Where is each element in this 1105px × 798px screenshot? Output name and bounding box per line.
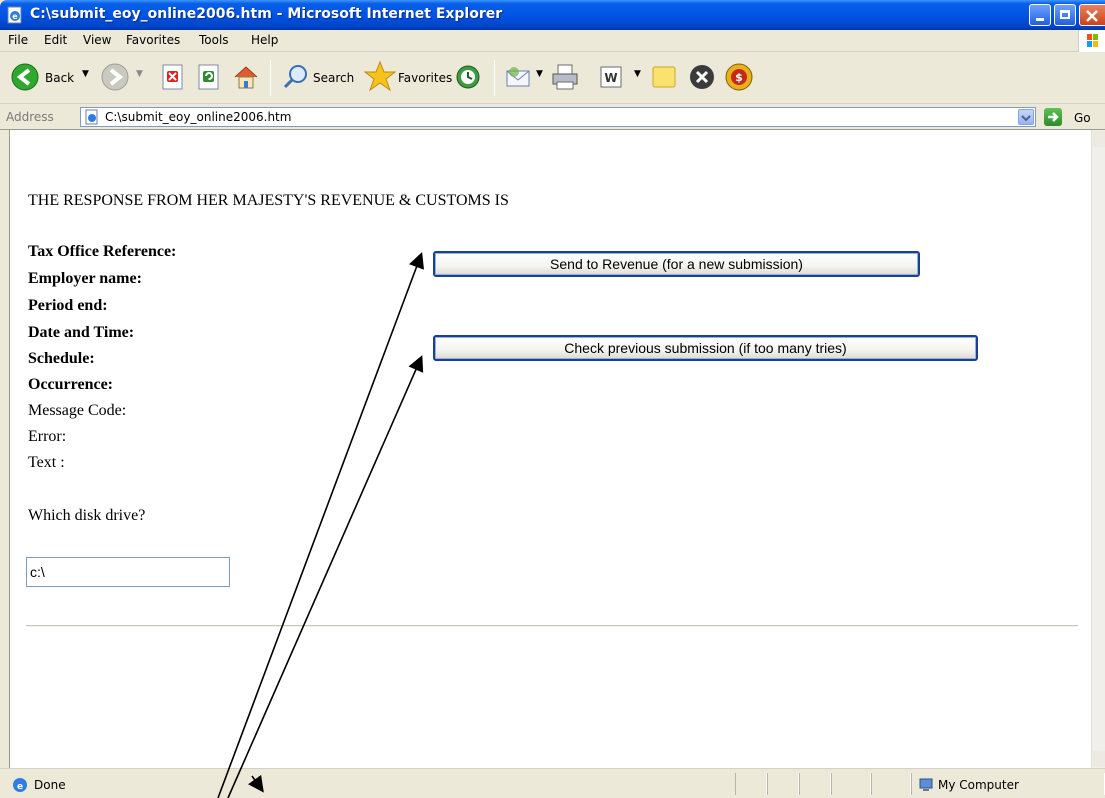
disk-drive-input[interactable] bbox=[26, 557, 230, 587]
windows-logo-icon bbox=[1078, 30, 1105, 52]
browser-window: e C:\submit_eoy_online2006.htm - Microso… bbox=[0, 0, 1105, 798]
status-pane bbox=[767, 773, 799, 795]
stop-icon[interactable] bbox=[160, 64, 186, 90]
message-code-label: Message Code: bbox=[28, 402, 127, 419]
address-value[interactable]: C:\submit_eoy_online2006.htm bbox=[105, 110, 291, 124]
vertical-scrollbar[interactable] bbox=[1091, 130, 1105, 768]
address-bar: Address C:\submit_eoy_online2006.htm Go bbox=[0, 104, 1105, 130]
back-dropdown-icon[interactable]: ▼ bbox=[82, 69, 89, 79]
page-content: THE RESPONSE FROM HER MAJESTY'S REVENUE … bbox=[9, 130, 1091, 768]
toolbar-separator bbox=[494, 60, 495, 96]
scroll-up-icon[interactable] bbox=[1093, 131, 1105, 147]
go-label[interactable]: Go bbox=[1074, 111, 1091, 125]
address-label: Address bbox=[6, 110, 54, 124]
ie-page-icon: e bbox=[7, 6, 22, 24]
status-bar: e Done My Computer bbox=[0, 768, 1105, 798]
security-zone-label: My Computer bbox=[938, 778, 1019, 792]
svg-text:e: e bbox=[12, 12, 18, 21]
menu-edit[interactable]: Edit bbox=[44, 33, 67, 47]
restore-icon bbox=[1060, 10, 1070, 19]
menu-bar: File Edit View Favorites Tools Help bbox=[0, 30, 1105, 52]
address-input[interactable]: C:\submit_eoy_online2006.htm bbox=[80, 107, 1036, 127]
title-bar[interactable]: e C:\submit_eoy_online2006.htm - Microso… bbox=[0, 0, 1105, 30]
restore-button[interactable] bbox=[1054, 4, 1076, 26]
back-arrow-icon[interactable] bbox=[10, 62, 40, 92]
error-label: Error: bbox=[28, 428, 67, 445]
minimize-button[interactable] bbox=[1029, 4, 1051, 26]
minimize-icon bbox=[1036, 18, 1044, 21]
edit-word-icon[interactable]: W bbox=[598, 64, 624, 90]
window-left-frame bbox=[0, 130, 9, 768]
close-icon bbox=[1086, 10, 1098, 22]
drive-prompt: Which disk drive? bbox=[28, 507, 146, 524]
status-pane bbox=[799, 773, 831, 795]
favorites-star-icon[interactable] bbox=[363, 60, 397, 92]
go-arrow-icon bbox=[1048, 112, 1059, 122]
mail-dropdown-icon[interactable]: ▼ bbox=[536, 69, 543, 79]
refresh-icon[interactable] bbox=[196, 64, 222, 90]
ie-page-icon: e bbox=[13, 778, 27, 792]
go-button[interactable] bbox=[1044, 108, 1062, 126]
employer-name-label: Employer name: bbox=[28, 270, 142, 287]
menu-file[interactable]: File bbox=[8, 33, 28, 47]
status-pane bbox=[871, 773, 911, 795]
status-text: Done bbox=[34, 778, 66, 792]
home-icon[interactable] bbox=[232, 63, 260, 91]
toolbar-separator bbox=[270, 60, 271, 96]
edit-dropdown-icon[interactable]: ▼ bbox=[634, 69, 641, 79]
address-dropdown-button[interactable] bbox=[1018, 109, 1034, 125]
menu-help[interactable]: Help bbox=[251, 33, 278, 47]
note-icon[interactable] bbox=[650, 63, 678, 91]
search-icon[interactable] bbox=[282, 63, 310, 91]
status-pane bbox=[831, 773, 871, 795]
schedule-label: Schedule: bbox=[28, 350, 95, 367]
block-circle-icon[interactable] bbox=[688, 63, 716, 91]
print-icon[interactable] bbox=[550, 63, 580, 91]
my-computer-icon bbox=[919, 778, 933, 791]
forward-arrow-icon[interactable] bbox=[100, 62, 130, 92]
tax-office-reference-label: Tax Office Reference: bbox=[28, 243, 177, 260]
send-to-revenue-button[interactable]: Send to Revenue (for a new submission) bbox=[433, 251, 920, 277]
favorites-button-label[interactable]: Favorites bbox=[398, 71, 452, 85]
status-pane bbox=[735, 773, 767, 795]
text-label: Text : bbox=[28, 454, 65, 471]
history-icon[interactable] bbox=[454, 63, 482, 91]
menu-tools[interactable]: Tools bbox=[199, 33, 229, 47]
svg-text:W: W bbox=[604, 71, 617, 85]
date-and-time-label: Date and Time: bbox=[28, 324, 135, 341]
back-button-label[interactable]: Back bbox=[45, 71, 74, 85]
standard-toolbar: Back ▼ ▼ Search Favorites ▼ W ▼ $ bbox=[0, 52, 1105, 104]
horizontal-rule bbox=[26, 625, 1078, 627]
svg-text:$: $ bbox=[735, 71, 743, 84]
svg-text:e: e bbox=[17, 782, 23, 792]
check-previous-submission-button[interactable]: Check previous submission (if too many t… bbox=[433, 335, 978, 361]
chevron-down-icon bbox=[1021, 115, 1031, 122]
window-title: C:\submit_eoy_online2006.htm - Microsoft… bbox=[30, 6, 503, 22]
occurrence-label: Occurrence: bbox=[28, 376, 113, 393]
scroll-down-icon[interactable] bbox=[1093, 751, 1105, 767]
menu-view[interactable]: View bbox=[83, 33, 111, 47]
search-button-label[interactable]: Search bbox=[313, 71, 354, 85]
page-heading: THE RESPONSE FROM HER MAJESTY'S REVENUE … bbox=[28, 192, 509, 209]
close-button[interactable] bbox=[1079, 4, 1105, 26]
money-badge-icon[interactable]: $ bbox=[724, 62, 754, 92]
mail-icon[interactable] bbox=[504, 63, 534, 91]
period-end-label: Period end: bbox=[28, 297, 108, 314]
ie-page-icon bbox=[85, 109, 98, 125]
menu-favorites[interactable]: Favorites bbox=[126, 33, 180, 47]
forward-dropdown-icon[interactable]: ▼ bbox=[136, 69, 143, 79]
